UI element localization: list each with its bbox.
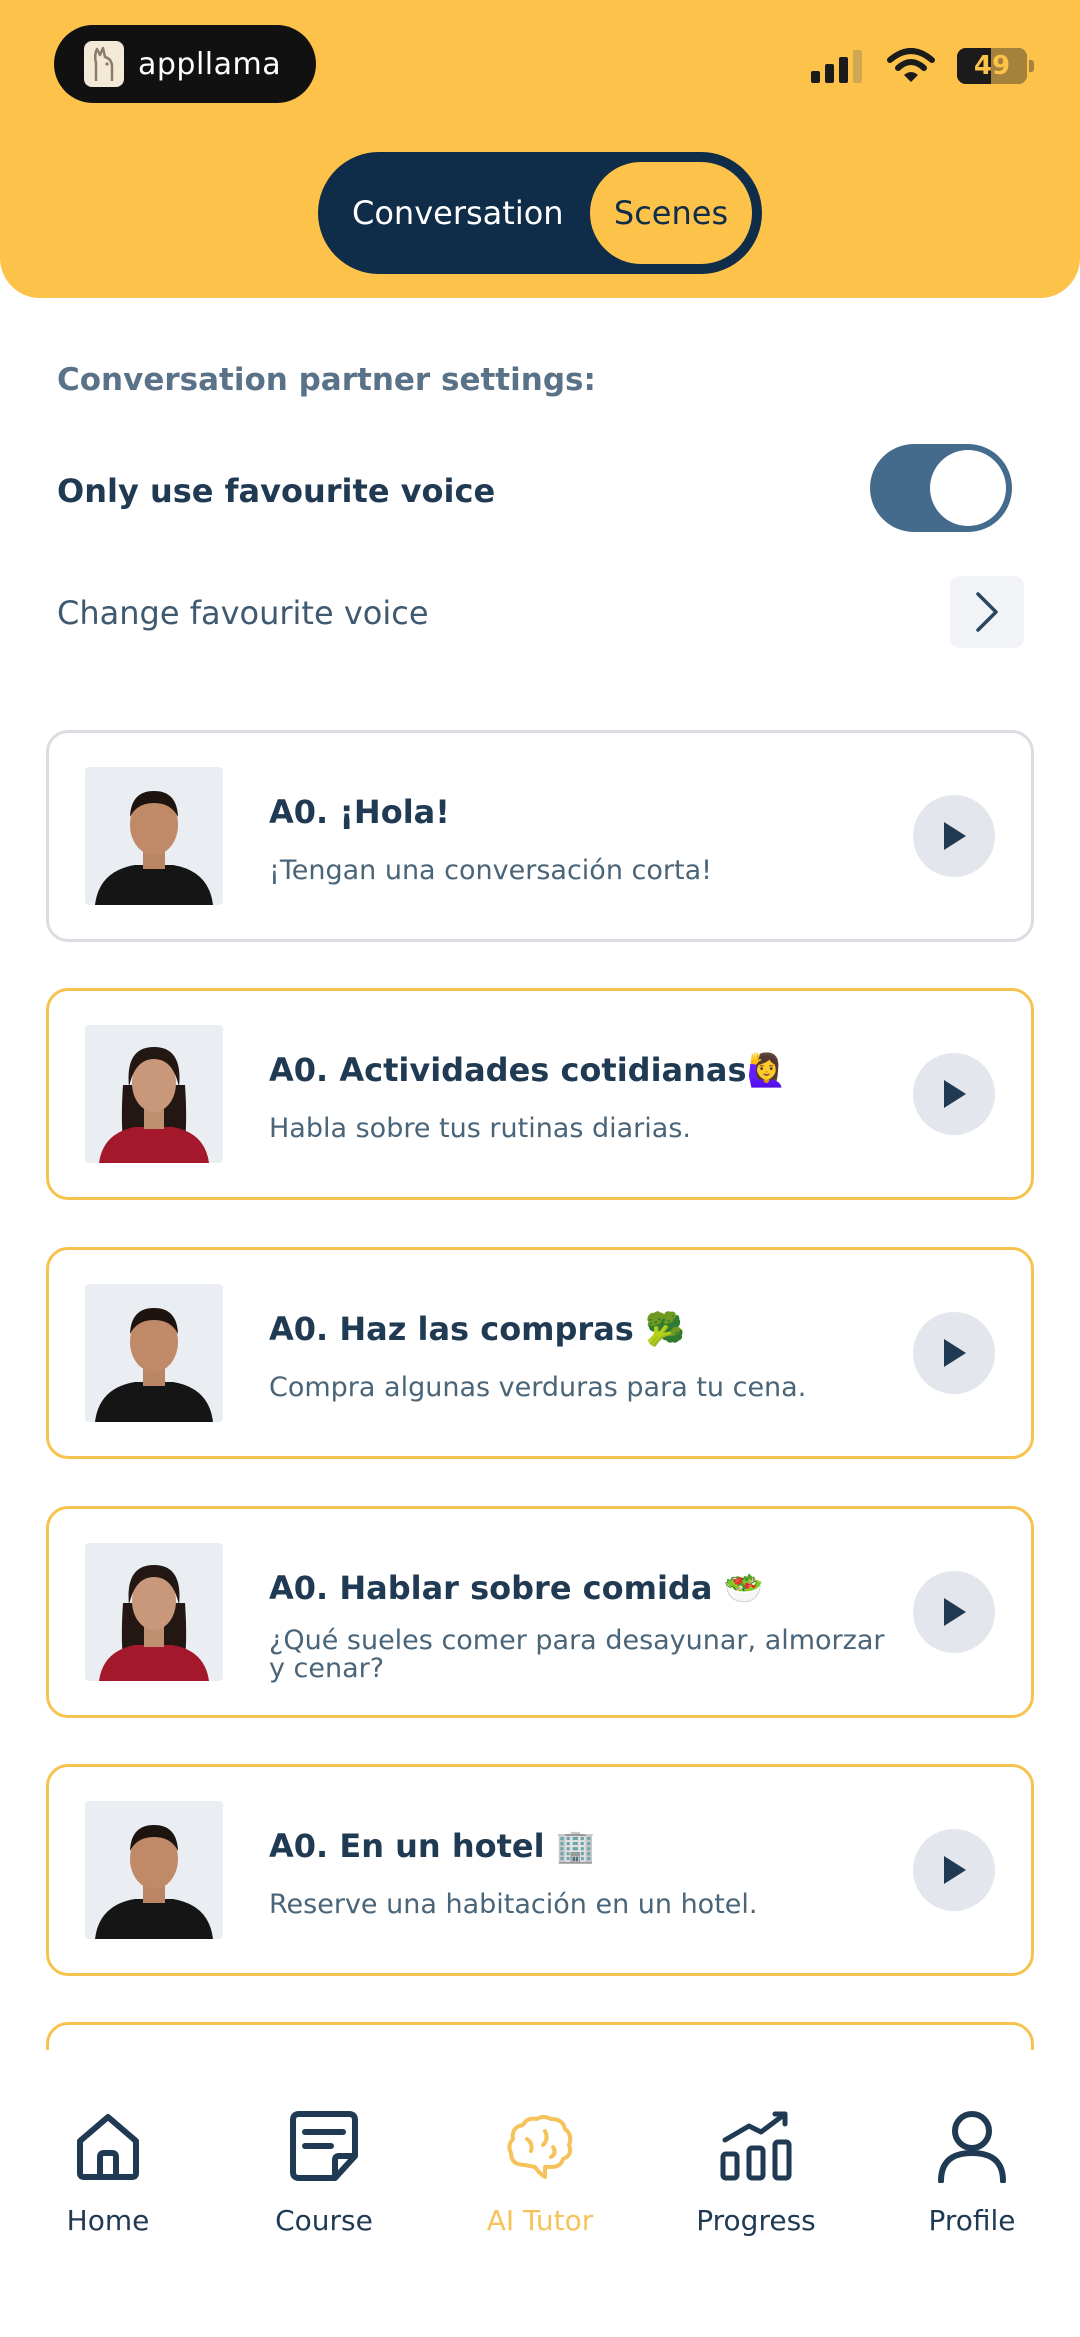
brain-icon: [507, 2115, 573, 2179]
play-icon: [944, 1856, 966, 1884]
scene-title: A0. Haz las compras 🥦: [269, 1310, 685, 1348]
header: appllama 49 Conversation Scenes: [0, 0, 1080, 298]
scene-card[interactable]: A0. En un hotel 🏢 Reserve una habitación…: [46, 1764, 1034, 1976]
scene-card[interactable]: A0. Haz las compras 🥦 Compra algunas ver…: [46, 1247, 1034, 1459]
scene-card[interactable]: A0. Hablar sobre comida 🥗 ¿Qué sueles co…: [46, 1506, 1034, 1718]
app-name: appllama: [138, 46, 282, 82]
scene-card[interactable]: A0. ¡Hola! ¡Tengan una conversación cort…: [46, 730, 1034, 942]
nav-label: Home: [66, 2204, 150, 2237]
change-favourite-voice-label[interactable]: Change favourite voice: [57, 594, 429, 632]
avatar: [85, 767, 223, 905]
nav-label: Progress: [696, 2204, 816, 2237]
signal-icon: [811, 50, 862, 83]
chart-icon: [720, 2111, 792, 2181]
only-favourite-voice-label: Only use favourite voice: [57, 472, 496, 510]
scene-subtitle: ¡Tengan una conversación corta!: [269, 855, 712, 886]
llama-logo-icon: [84, 41, 124, 87]
chevron-right-icon: [976, 592, 998, 632]
nav-label: Course: [275, 2204, 373, 2237]
mode-switch: Conversation Scenes: [318, 152, 762, 274]
settings-title: Conversation partner settings:: [57, 362, 596, 398]
nav-progress[interactable]: Progress: [666, 2106, 846, 2237]
nav-course[interactable]: Course: [234, 2106, 414, 2237]
profile-icon: [938, 2111, 1006, 2183]
nav-home[interactable]: Home: [18, 2106, 198, 2237]
play-icon: [944, 822, 966, 850]
avatar: [85, 1801, 223, 1939]
home-icon: [77, 2114, 139, 2180]
play-button[interactable]: [913, 1312, 995, 1394]
battery-indicator: 49: [957, 48, 1027, 84]
scene-title: A0. ¡Hola!: [269, 793, 450, 831]
scene-title: A0. Hablar sobre comida 🥗: [269, 1569, 764, 1607]
battery-level: 49: [973, 51, 1011, 81]
avatar: [85, 1284, 223, 1422]
scene-subtitle: ¿Qué sueles comer para desayunar, almorz…: [269, 1625, 885, 1684]
nav-label: Profile: [928, 2204, 1016, 2237]
play-icon: [944, 1339, 966, 1367]
course-icon: [290, 2111, 358, 2181]
nav-profile[interactable]: Profile: [882, 2106, 1062, 2237]
bottom-navigation: Home Course AI Tutor Progress Profile: [0, 2050, 1080, 2337]
only-favourite-voice-toggle[interactable]: [870, 444, 1012, 532]
scene-subtitle: Compra algunas verduras para tu cena.: [269, 1372, 807, 1403]
play-icon: [944, 1080, 966, 1108]
nav-ai-tutor[interactable]: AI Tutor: [450, 2106, 630, 2237]
play-button[interactable]: [913, 1053, 995, 1135]
tab-conversation[interactable]: Conversation: [352, 152, 564, 274]
status-icons: 49: [809, 48, 1034, 84]
nav-label: AI Tutor: [486, 2204, 594, 2237]
play-button[interactable]: [913, 1829, 995, 1911]
play-button[interactable]: [913, 1571, 995, 1653]
avatar: [85, 1543, 223, 1681]
scene-title: A0. En un hotel 🏢: [269, 1827, 596, 1865]
scene-card[interactable]: A0. Actividades cotidianas🙋‍♀️ Habla sob…: [46, 988, 1034, 1200]
change-favourite-voice-button[interactable]: [950, 576, 1024, 648]
scene-title: A0. Actividades cotidianas🙋‍♀️: [269, 1051, 787, 1089]
scene-subtitle: Reserve una habitación en un hotel.: [269, 1889, 758, 1920]
play-icon: [944, 1598, 966, 1626]
avatar: [85, 1025, 223, 1163]
tab-scenes[interactable]: Scenes: [590, 162, 752, 264]
app-logo: appllama: [54, 25, 316, 103]
wifi-icon: [887, 48, 935, 82]
scene-subtitle: Habla sobre tus rutinas diarias.: [269, 1113, 691, 1144]
toggle-knob: [930, 450, 1006, 526]
play-button[interactable]: [913, 795, 995, 877]
